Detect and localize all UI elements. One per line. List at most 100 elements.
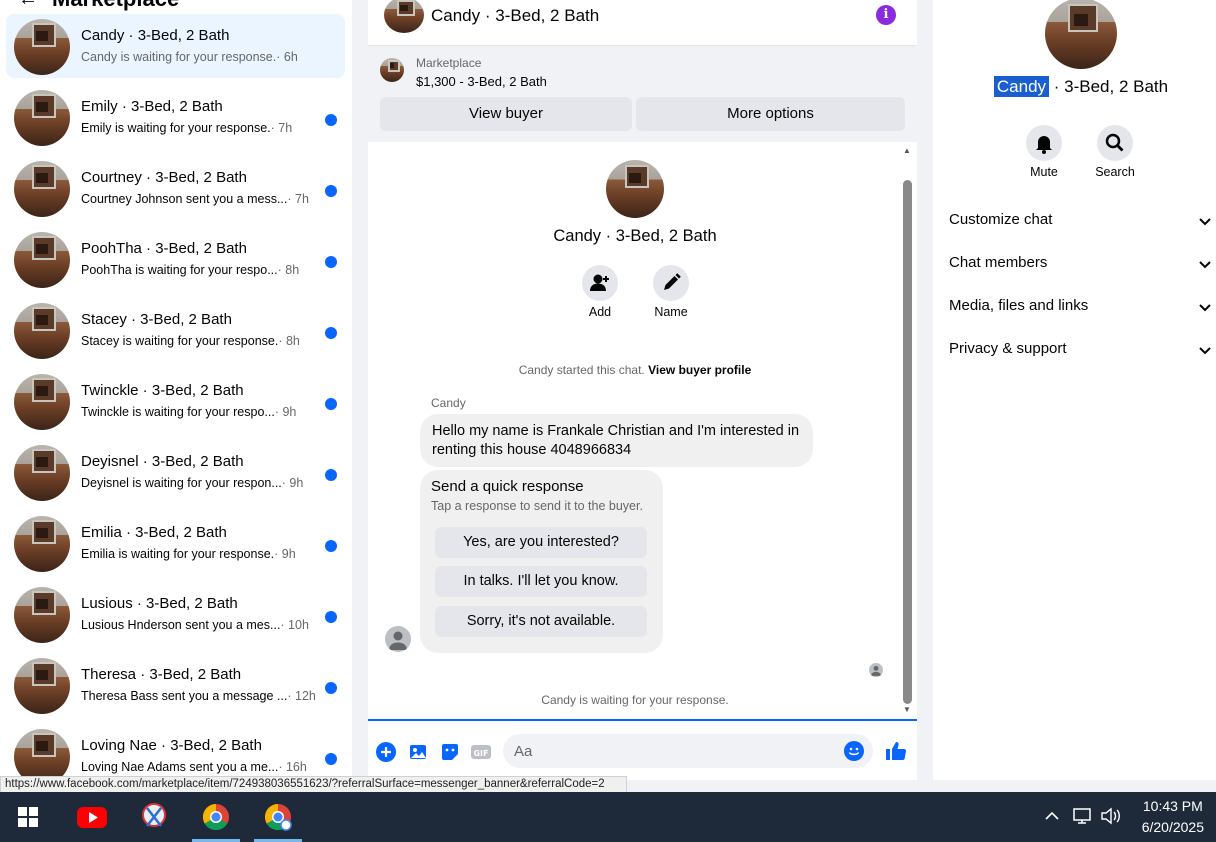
conversation-avatar (14, 445, 70, 501)
conversation-name: Theresa · 3-Bed, 2 Bath (81, 666, 242, 683)
seen-avatar (869, 663, 883, 677)
chat-panel: Candy · 3-Bed, 2 Bath i Marketplace $1,3… (368, 0, 917, 780)
conversation-snippet: Emilia is waiting for your response. · 9… (81, 547, 296, 561)
quick-response-option[interactable]: Yes, are you interested? (435, 527, 647, 558)
plus-circle-icon[interactable] (375, 741, 397, 763)
quick-response-option[interactable]: In talks. I'll let you know. (435, 566, 647, 597)
tray-chevron-icon[interactable] (1043, 807, 1061, 830)
conversation-item[interactable]: Courtney · 3-Bed, 2 Bath Courtney Johnson… (6, 156, 345, 220)
name-label: Name (654, 305, 688, 319)
view-buyer-button[interactable]: View buyer (380, 97, 632, 131)
selected-name-text[interactable]: Candy (993, 76, 1050, 97)
add-person-icon (590, 274, 609, 291)
windows-icon (18, 807, 38, 827)
conversation-snippet: Deyisnel is waiting for your respon... ·… (81, 476, 303, 490)
unread-dot (325, 114, 337, 126)
like-icon[interactable] (884, 739, 908, 763)
conversation-snippet: Candy is waiting for your response. · 6h (81, 50, 298, 64)
sticker-icon[interactable] (439, 741, 461, 763)
conversation-snippet: Emily is waiting for your response. · 7h (81, 121, 292, 135)
name-button[interactable] (653, 265, 689, 301)
section-label: Privacy & support (949, 340, 1067, 357)
conversation-name: Emilia · 3-Bed, 2 Bath (81, 524, 227, 541)
gif-icon[interactable]: GIF (470, 741, 492, 763)
section-label: Customize chat (949, 211, 1053, 228)
conversation-name: Deyisnel · 3-Bed, 2 Bath (81, 453, 244, 470)
conversation-snippet: Theresa Bass sent you a message ... · 12… (81, 689, 316, 703)
volume-icon[interactable] (1100, 807, 1122, 830)
mute-button[interactable] (1026, 125, 1062, 161)
snipping-tool-button[interactable] (130, 792, 178, 842)
quick-response-option[interactable]: Sorry, it's not available. (435, 606, 647, 637)
unread-dot (325, 611, 337, 623)
waiting-status: Candy is waiting for your response. (541, 693, 729, 707)
profile-name: Candy · 3-Bed, 2 Bath (553, 227, 717, 245)
section-label: Chat members (949, 254, 1048, 271)
conversation-item[interactable]: Lusious · 3-Bed, 2 Bath Lusious Hnderson … (6, 582, 345, 646)
bell-icon (1036, 136, 1052, 154)
conversation-snippet: Twinckle is waiting for your respo... · … (81, 405, 296, 419)
start-button[interactable] (4, 792, 52, 842)
profile-avatar[interactable] (606, 160, 664, 218)
thread-scrollbar[interactable]: ▲ ▼ (902, 143, 916, 719)
chat-title[interactable]: Candy · 3-Bed, 2 Bath (431, 6, 599, 26)
conversation-item[interactable]: Twinckle · 3-Bed, 2 Bath Twinckle is wait… (6, 369, 345, 433)
back-arrow-icon[interactable]: ← (18, 0, 38, 11)
conversation-item[interactable]: Theresa · 3-Bed, 2 Bath Theresa Bass sent… (6, 653, 345, 717)
customize-chat-section[interactable]: Customize chat (949, 211, 1216, 231)
add-label: Add (588, 305, 612, 319)
view-buyer-profile-link[interactable]: View buyer profile (648, 363, 751, 377)
conversation-avatar (14, 374, 70, 430)
snippet-text: Twinckle is waiting for your respo... (81, 405, 275, 419)
youtube-taskbar-button[interactable] (68, 792, 116, 842)
privacy-support-section[interactable]: Privacy & support (949, 340, 1216, 360)
conversation-name: PoohTha · 3-Bed, 2 Bath (81, 240, 247, 257)
conversation-item[interactable]: Candy · 3-Bed, 2 Bath Candy is waiting fo… (6, 14, 345, 78)
photo-icon[interactable] (407, 741, 429, 763)
snippet-text: Stacey is waiting for your response. (81, 334, 279, 348)
page-title: Marketplace (52, 0, 179, 12)
youtube-icon (77, 807, 107, 828)
emoji-icon[interactable] (844, 741, 864, 761)
conversation-snippet: Loving Nae Adams sent you a me... · 16h (81, 760, 307, 774)
conversation-item[interactable]: Emilia · 3-Bed, 2 Bath Emilia is waiting … (6, 511, 345, 575)
more-options-button[interactable]: More options (636, 97, 905, 131)
conversation-name: Candy · 3-Bed, 2 Bath (81, 27, 230, 44)
info-icon[interactable]: i (876, 5, 896, 25)
scrollbar-thumb[interactable] (903, 180, 912, 704)
conversation-name: Lusious · 3-Bed, 2 Bath (81, 595, 238, 612)
listing-price[interactable]: $1,300 - 3-Bed, 2 Bath (416, 74, 547, 89)
conversation-item[interactable]: Emily · 3-Bed, 2 Bath Emily is waiting fo… (6, 85, 345, 149)
chrome-profile-taskbar-button[interactable] (254, 792, 302, 842)
listing-thumbnail[interactable] (380, 58, 404, 82)
media-files-links-section[interactable]: Media, files and links (949, 297, 1216, 317)
message-input[interactable]: Aa (503, 734, 873, 768)
conversation-name: Twinckle · 3-Bed, 2 Bath (81, 382, 244, 399)
clock-time: 10:43 PM (1142, 798, 1203, 814)
pencil-icon (664, 273, 681, 290)
snippet-text: Emily is waiting for your response. (81, 121, 271, 135)
conversation-item[interactable]: Deyisnel · 3-Bed, 2 Bath Deyisnel is wait… (6, 440, 345, 504)
conversation-snippet: Lusious Hnderson sent you a mes... · 10h (81, 618, 309, 632)
add-person-button[interactable] (582, 265, 618, 301)
snippet-time: · 12h (287, 689, 316, 703)
details-avatar[interactable] (1045, 0, 1117, 69)
snipping-tool-icon (142, 803, 166, 827)
conversation-avatar (14, 587, 70, 643)
network-icon[interactable] (1071, 807, 1093, 830)
scroll-up-icon[interactable]: ▲ (903, 146, 911, 155)
snippet-time: · 8h (277, 263, 300, 277)
conversation-snippet: Courtney Johnson sent you a mess... · 7h (81, 192, 309, 206)
chrome-taskbar-button[interactable] (192, 792, 240, 842)
scroll-down-icon[interactable]: ▼ (903, 705, 911, 714)
conversation-item[interactable]: Stacey · 3-Bed, 2 Bath Stacey is waiting … (6, 298, 345, 362)
conversation-name: Stacey · 3-Bed, 2 Bath (81, 311, 232, 328)
unread-dot (325, 469, 337, 481)
chat-members-section[interactable]: Chat members (949, 254, 1216, 274)
conversation-item[interactable]: PoohTha · 3-Bed, 2 Bath PoohTha is waitin… (6, 227, 345, 291)
chat-details-panel: Candy · 3-Bed, 2 Bath Mute Search Custom… (933, 0, 1216, 780)
conversation-name: Courtney · 3-Bed, 2 Bath (81, 169, 247, 186)
system-clock[interactable]: 10:43 PM 6/20/2025 (1142, 796, 1204, 838)
search-button[interactable] (1097, 125, 1133, 161)
chat-avatar[interactable] (384, 0, 424, 33)
